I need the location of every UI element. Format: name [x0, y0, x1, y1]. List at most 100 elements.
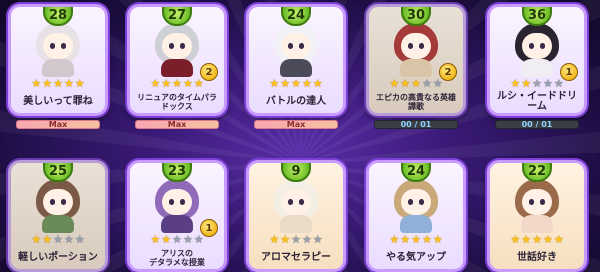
- card-portrait: [19, 17, 97, 79]
- character-portrait: [149, 19, 205, 77]
- card-10[interactable]: 22 ★ ★ ★ ★ ★ 世話好き: [487, 160, 587, 272]
- card-4[interactable]: 30 ★ ★ ★ ★ ★ 2 エピカの高貴なる英雄譚歌: [366, 4, 466, 116]
- star-filled-icon: ★: [193, 77, 204, 90]
- character-body: [161, 59, 193, 77]
- star-filled-icon: ★: [280, 233, 291, 246]
- character-portrait: [388, 175, 444, 233]
- character-eye: [419, 43, 424, 49]
- star-rating: ★ ★ ★ ★ ★: [249, 78, 343, 89]
- star-rating: ★ ★ ★ ★ ★: [369, 234, 463, 245]
- character-eye: [299, 199, 304, 205]
- character-face: [401, 189, 431, 215]
- character-eye: [408, 199, 413, 205]
- character-eye: [180, 43, 185, 49]
- character-eye: [288, 199, 293, 205]
- star-empty-icon: ★: [63, 233, 74, 246]
- star-rating: ★ ★ ★ ★ ★: [249, 234, 343, 245]
- star-filled-icon: ★: [389, 77, 400, 90]
- star-empty-icon: ★: [542, 77, 553, 90]
- character-body: [280, 59, 312, 77]
- character-portrait: [30, 19, 86, 77]
- progress-bar: 00 / 01: [495, 120, 579, 129]
- star-filled-icon: ★: [280, 77, 291, 90]
- character-face: [281, 33, 311, 59]
- star-filled-icon: ★: [42, 233, 53, 246]
- star-empty-icon: ★: [74, 233, 85, 246]
- card-name: アロマセラピー: [261, 252, 331, 263]
- star-filled-icon: ★: [510, 233, 521, 246]
- star-empty-icon: ★: [291, 233, 301, 246]
- card-2[interactable]: 27 ★ ★ ★ ★ ★ 2 リニュアのタイムパラドックス: [127, 4, 227, 116]
- card-1[interactable]: 28 ★ ★ ★ ★ ★ 美しいって罪ね: [8, 4, 108, 116]
- character-eye: [61, 43, 66, 49]
- card-6[interactable]: 25 ★ ★ ★ ★ ★ 軽しいポーション: [8, 160, 108, 272]
- character-eye: [169, 43, 174, 49]
- character-body: [42, 215, 74, 233]
- character-face: [162, 189, 192, 215]
- star-filled-icon: ★: [150, 77, 161, 90]
- star-filled-icon: ★: [161, 233, 172, 246]
- star-filled-icon: ★: [150, 233, 161, 246]
- star-filled-icon: ★: [42, 77, 53, 90]
- copies-count-badge: 2: [439, 63, 457, 81]
- character-body: [280, 215, 312, 233]
- character-eye: [288, 43, 293, 49]
- character-portrait: [30, 175, 86, 233]
- character-body: [521, 215, 553, 233]
- card-name: ルシ・イードドリーム: [497, 91, 577, 112]
- star-filled-icon: ★: [31, 77, 42, 90]
- character-eye: [50, 199, 55, 205]
- star-empty-icon: ★: [421, 77, 432, 90]
- star-filled-icon: ★: [63, 77, 74, 90]
- progress-bar: 00 / 01: [374, 120, 458, 129]
- max-level-bar: Max: [16, 120, 100, 129]
- star-rating: ★ ★ ★ ★ ★: [11, 234, 105, 245]
- star-rating: ★ ★ ★ ★ ★: [490, 234, 584, 245]
- character-face: [281, 189, 311, 215]
- copies-count-badge: 1: [200, 219, 218, 237]
- character-eye: [180, 199, 185, 205]
- card-name: 美しいって罪ね: [23, 96, 93, 107]
- star-filled-icon: ★: [269, 233, 280, 246]
- character-portrait: [509, 175, 565, 233]
- card-5[interactable]: 36 ★ ★ ★ ★ ★ 1 ルシ・イードドリーム: [487, 4, 587, 116]
- star-empty-icon: ★: [182, 233, 193, 246]
- character-face: [401, 33, 431, 59]
- character-eye: [529, 199, 534, 205]
- card-portrait: [19, 173, 97, 235]
- star-filled-icon: ★: [31, 233, 42, 246]
- star-filled-icon: ★: [74, 77, 85, 90]
- character-portrait: [509, 19, 565, 77]
- character-eye: [169, 199, 174, 205]
- card-portrait: [257, 173, 335, 235]
- star-empty-icon: ★: [432, 77, 443, 90]
- card-portrait: [257, 17, 335, 79]
- character-eye: [299, 43, 304, 49]
- character-body: [400, 59, 432, 77]
- star-filled-icon: ★: [521, 77, 532, 90]
- character-face: [522, 189, 552, 215]
- star-filled-icon: ★: [161, 77, 172, 90]
- card-8[interactable]: 9 ★ ★ ★ ★ ★ アロマセラピー: [246, 160, 346, 272]
- card-7[interactable]: 23 ★ ★ ★ ★ ★ 1 アリスの デタラメな授業: [127, 160, 227, 272]
- card-name: やる気アップ: [386, 252, 446, 263]
- star-filled-icon: ★: [411, 233, 421, 246]
- star-filled-icon: ★: [53, 77, 63, 90]
- card-9[interactable]: 24 ★ ★ ★ ★ ★ やる気アップ: [366, 160, 466, 272]
- card-3[interactable]: 24 ★ ★ ★ ★ ★ バトルの達人: [246, 4, 346, 116]
- copies-count-badge: 1: [560, 63, 578, 81]
- star-empty-icon: ★: [172, 233, 182, 246]
- character-body: [400, 215, 432, 233]
- character-portrait: [388, 19, 444, 77]
- star-rating: ★ ★ ★ ★ ★: [11, 78, 105, 89]
- star-filled-icon: ★: [182, 77, 193, 90]
- star-filled-icon: ★: [532, 233, 542, 246]
- star-filled-icon: ★: [172, 77, 182, 90]
- card-portrait: [377, 173, 455, 235]
- star-filled-icon: ★: [553, 233, 564, 246]
- character-body: [161, 215, 193, 233]
- star-filled-icon: ★: [400, 77, 411, 90]
- card-name: 軽しいポーション: [18, 252, 98, 263]
- star-filled-icon: ★: [269, 77, 280, 90]
- star-empty-icon: ★: [301, 233, 312, 246]
